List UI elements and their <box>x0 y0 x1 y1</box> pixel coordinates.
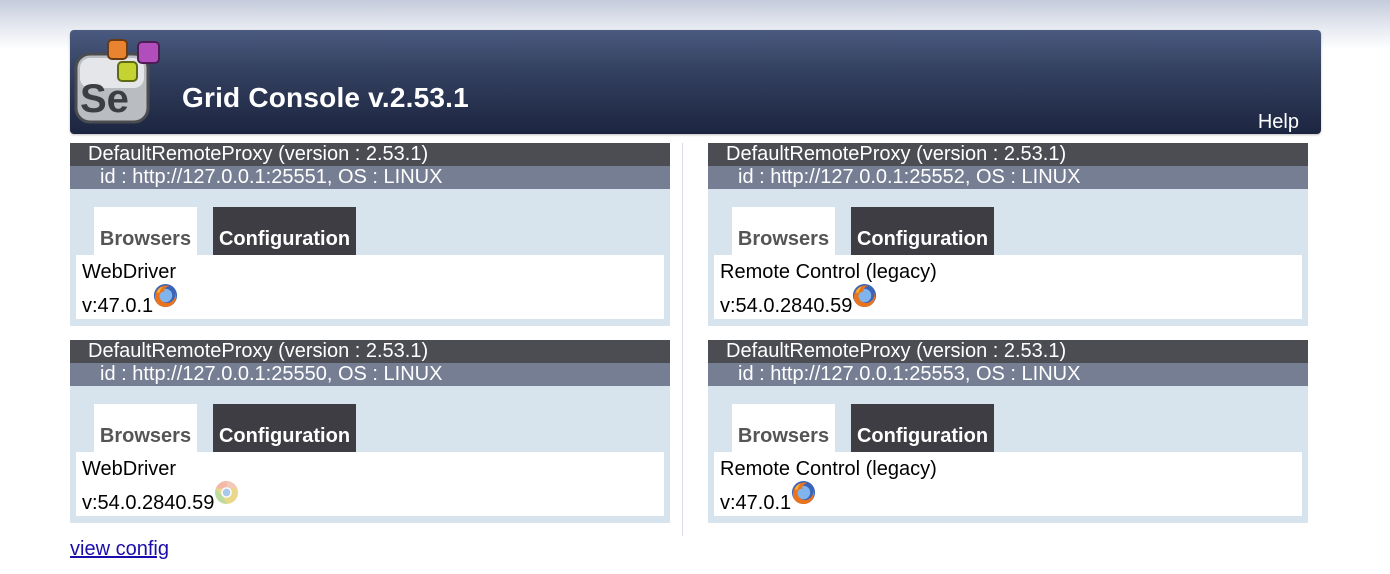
proxy-column-left: DefaultRemoteProxy (version : 2.53.1) id… <box>70 143 670 537</box>
proxy-id: id : http://127.0.0.1:25553, OS : LINUX <box>708 363 1308 386</box>
protocol-label: WebDriver <box>82 261 177 283</box>
browsers-panel: Remote Control (legacy) v:54.0.2840.59 <box>714 255 1302 319</box>
browser-version: v:54.0.2840.59 <box>720 295 853 317</box>
browser-version: v:54.0.2840.59 <box>82 492 215 514</box>
selenium-logo: Se <box>74 39 160 124</box>
page-title: Grid Console v.2.53.1 <box>182 82 469 113</box>
tab-configuration[interactable]: Configuration <box>851 207 994 255</box>
proxy-card: DefaultRemoteProxy (version : 2.53.1) id… <box>70 143 670 326</box>
tab-browsers[interactable]: Browsers <box>732 207 835 255</box>
tab-browsers[interactable]: Browsers <box>732 404 835 452</box>
browsers-panel: Remote Control (legacy) v:47.0.1 <box>714 452 1302 516</box>
proxy-id: id : http://127.0.0.1:25550, OS : LINUX <box>70 363 670 386</box>
proxy-title: DefaultRemoteProxy (version : 2.53.1) <box>708 340 1308 363</box>
firefox-icon[interactable] <box>791 480 816 505</box>
browser-entry: v:54.0.2840.59 <box>82 480 664 514</box>
browser-version: v:47.0.1 <box>82 295 154 317</box>
proxy-card: DefaultRemoteProxy (version : 2.53.1) id… <box>70 340 670 523</box>
tab-browsers[interactable]: Browsers <box>94 207 197 255</box>
browsers-panel: WebDriver v:54.0.2840.59 <box>76 452 664 516</box>
browser-entry: v:47.0.1 <box>720 480 1302 514</box>
tab-configuration[interactable]: Configuration <box>213 207 356 255</box>
proxy-title: DefaultRemoteProxy (version : 2.53.1) <box>70 340 670 363</box>
protocol-label: Remote Control (legacy) <box>720 261 937 283</box>
proxy-column-right: DefaultRemoteProxy (version : 2.53.1) id… <box>708 143 1308 537</box>
protocol-label: WebDriver <box>82 458 177 480</box>
browser-entry: v:54.0.2840.59 <box>720 283 1302 317</box>
help-link[interactable]: Help <box>1258 111 1299 134</box>
proxy-title: DefaultRemoteProxy (version : 2.53.1) <box>708 143 1308 166</box>
proxy-title: DefaultRemoteProxy (version : 2.53.1) <box>70 143 670 166</box>
proxy-id: id : http://127.0.0.1:25552, OS : LINUX <box>708 166 1308 189</box>
protocol-label: Remote Control (legacy) <box>720 458 937 480</box>
column-divider <box>682 143 683 536</box>
view-config-link[interactable]: view config <box>70 538 169 561</box>
browsers-panel: WebDriver v:47.0.1 <box>76 255 664 319</box>
browser-version: v:47.0.1 <box>720 492 792 514</box>
firefox-icon[interactable] <box>852 283 877 308</box>
tab-browsers[interactable]: Browsers <box>94 404 197 452</box>
tab-configuration[interactable]: Configuration <box>851 404 994 452</box>
chrome-icon[interactable] <box>214 480 239 505</box>
proxy-id: id : http://127.0.0.1:25551, OS : LINUX <box>70 166 670 189</box>
svg-text:Se: Se <box>80 77 129 121</box>
tab-configuration[interactable]: Configuration <box>213 404 356 452</box>
firefox-icon[interactable] <box>153 283 178 308</box>
browser-entry: v:47.0.1 <box>82 283 664 317</box>
proxy-card: DefaultRemoteProxy (version : 2.53.1) id… <box>708 143 1308 326</box>
proxy-card: DefaultRemoteProxy (version : 2.53.1) id… <box>708 340 1308 523</box>
header-banner: Se Grid Console v.2.53.1 Help <box>70 30 1321 134</box>
